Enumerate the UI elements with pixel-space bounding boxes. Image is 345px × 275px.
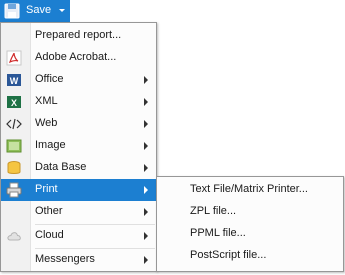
- save-label: Save: [26, 4, 52, 16]
- floppy-disk-icon: [4, 3, 20, 19]
- pdf-icon: [6, 50, 22, 66]
- menu-item-xml[interactable]: X XML: [1, 91, 156, 113]
- chevron-right-icon: [144, 76, 148, 84]
- menu-item-label: Data Base: [35, 161, 87, 173]
- menu-item-label: XML: [35, 95, 58, 107]
- menu-item-label: Web: [35, 117, 58, 129]
- menu-item-messengers[interactable]: Messengers: [1, 249, 156, 271]
- printer-icon: [6, 182, 22, 198]
- database-icon: [7, 161, 21, 174]
- submenu-item-label: ZPL file...: [190, 205, 237, 217]
- menu-item-label: Cloud: [35, 229, 64, 241]
- menu-item-label: Print: [35, 183, 58, 195]
- menu-item-label: Adobe Acrobat...: [35, 51, 117, 63]
- picture-icon: [6, 139, 22, 153]
- chevron-right-icon: [144, 120, 148, 128]
- print-submenu: Text File/Matrix Printer... ZPL file... …: [156, 176, 344, 272]
- menu-item-label: Other: [35, 205, 63, 217]
- submenu-item-zpl-file[interactable]: ZPL file...: [157, 201, 343, 223]
- submenu-item-label: PostScript file...: [190, 249, 267, 261]
- save-menu: Prepared report... Adobe Acrobat... W Of…: [0, 22, 157, 272]
- submenu-item-text-file-matrix-printer[interactable]: Text File/Matrix Printer...: [157, 179, 343, 201]
- chevron-down-icon[interactable]: [59, 9, 65, 12]
- submenu-item-ppml-file[interactable]: PPML file...: [157, 223, 343, 245]
- chevron-right-icon: [144, 142, 148, 150]
- menu-item-adobe-acrobat[interactable]: Adobe Acrobat...: [1, 47, 156, 69]
- menu-item-office[interactable]: W Office: [1, 69, 156, 91]
- menu-item-label: Prepared report...: [35, 29, 122, 41]
- chevron-right-icon: [144, 98, 148, 106]
- submenu-item-label: Text File/Matrix Printer...: [190, 183, 308, 195]
- menu-item-data-base[interactable]: Data Base: [1, 157, 156, 179]
- word-icon: W: [7, 74, 21, 86]
- excel-xml-icon: X: [7, 96, 21, 108]
- menu-item-label: Image: [35, 139, 66, 151]
- menu-item-web[interactable]: Web: [1, 113, 156, 135]
- menu-item-label: Office: [35, 73, 64, 85]
- submenu-item-label: PPML file...: [190, 227, 246, 239]
- svg-text:X: X: [11, 98, 17, 108]
- code-tag-icon: [6, 118, 22, 130]
- menu-item-prepared-report[interactable]: Prepared report...: [1, 25, 156, 47]
- chevron-right-icon: [144, 164, 148, 172]
- menu-item-label: Messengers: [35, 253, 95, 265]
- menu-item-cloud[interactable]: Cloud: [1, 225, 156, 247]
- svg-text:W: W: [10, 76, 19, 86]
- chevron-right-icon: [144, 232, 148, 240]
- submenu-item-postscript-file[interactable]: PostScript file...: [157, 245, 343, 267]
- menu-item-other[interactable]: Other: [1, 201, 156, 223]
- chevron-right-icon: [144, 256, 148, 264]
- chevron-right-icon: [144, 208, 148, 216]
- cloud-icon: [7, 232, 21, 241]
- menu-item-print[interactable]: Print: [1, 179, 156, 201]
- menu-item-image[interactable]: Image: [1, 135, 156, 157]
- save-button[interactable]: Save: [0, 0, 70, 22]
- chevron-right-icon: [144, 186, 148, 194]
